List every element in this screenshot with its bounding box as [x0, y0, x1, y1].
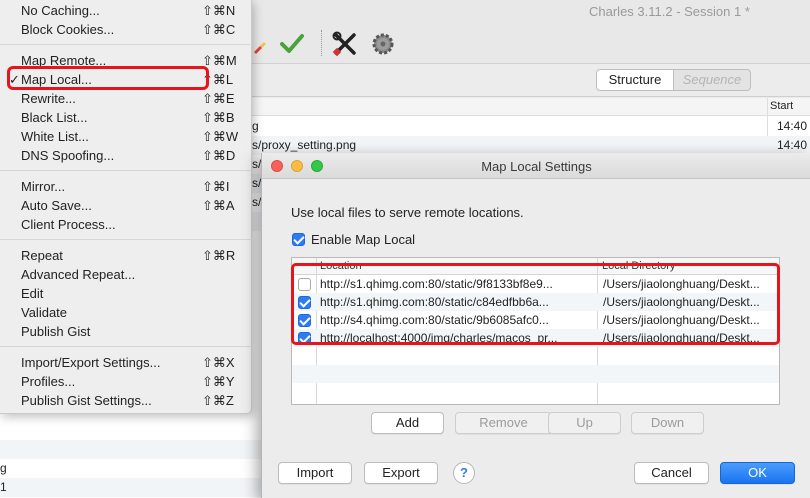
menu-item-label: DNS Spoofing...	[21, 148, 115, 163]
add-button[interactable]: Add	[371, 412, 444, 434]
session-row-start: 14:40	[777, 138, 808, 152]
checkmark-icon[interactable]	[278, 30, 306, 58]
menu-item-publish-gist-settings[interactable]: Publish Gist Settings... ⇧⌘Z	[0, 391, 252, 410]
session-row-start: 14:40	[777, 119, 808, 133]
cancel-button[interactable]: Cancel	[634, 462, 709, 484]
menu-item-label: Publish Gist	[21, 324, 91, 339]
ok-button[interactable]: OK	[720, 462, 795, 484]
menu-item-client-process[interactable]: Client Process...	[0, 215, 252, 234]
menu-item-repeat[interactable]: Repeat ⇧⌘R	[0, 246, 252, 265]
menu-item-black-list[interactable]: Black List... ⇧⌘B	[0, 108, 252, 127]
menu-item-shortcut: ⇧⌘E	[202, 91, 235, 106]
menu-item-shortcut: ⇧⌘I	[202, 179, 230, 194]
menu-item-mirror[interactable]: Mirror... ⇧⌘I	[0, 177, 252, 196]
dialog-intro-text: Use local files to serve remote location…	[291, 205, 524, 220]
menu-item-shortcut: ⇧⌘N	[202, 3, 236, 18]
menu-item-rewrite[interactable]: Rewrite... ⇧⌘E	[0, 89, 252, 108]
menu-item-shortcut: ⇧⌘Z	[202, 393, 234, 408]
remove-button[interactable]: Remove	[455, 412, 552, 434]
session-row-path: s/	[252, 195, 262, 209]
toolbar-separator	[321, 30, 322, 56]
pencil-icon[interactable]	[252, 30, 280, 58]
menu-item-label: Edit	[21, 286, 44, 301]
menu-item-edit[interactable]: Edit	[0, 284, 252, 303]
enable-map-local-label[interactable]: Enable Map Local	[311, 232, 415, 247]
map-local-highlight	[7, 66, 209, 90]
menu-item-label: Repeat	[21, 248, 63, 263]
menu-item-validate[interactable]: Validate	[0, 303, 252, 322]
dialog-title: Map Local Settings	[481, 159, 592, 174]
session-row-path: s/proxy_setting.png	[252, 138, 357, 152]
menu-item-white-list[interactable]: White List... ⇧⌘W	[0, 127, 252, 146]
menu-item-label: Import/Export Settings...	[21, 355, 161, 370]
session-row-path: g	[252, 119, 259, 133]
empty-row	[292, 347, 779, 365]
menu-item-auto-save[interactable]: Auto Save... ⇧⌘A	[0, 196, 252, 215]
menu-separator	[0, 346, 252, 347]
empty-row	[292, 383, 779, 401]
menu-item-label: Auto Save...	[21, 198, 92, 213]
menu-item-shortcut: ⇧⌘B	[202, 110, 235, 125]
menu-item-label: Profiles...	[21, 374, 76, 389]
tools-icon[interactable]	[331, 30, 359, 58]
tools-menu: No Caching... ⇧⌘N Block Cookies... ⇧⌘C Map…	[0, 0, 252, 414]
down-button[interactable]: Down	[631, 412, 704, 434]
session-row-path: s/	[252, 157, 262, 171]
empty-row	[292, 365, 779, 383]
menu-item-label: No Caching...	[21, 3, 100, 18]
menu-separator	[0, 170, 252, 171]
menu-item-import-export-settings[interactable]: Import/Export Settings... ⇧⌘X	[0, 353, 252, 372]
map-local-rows-highlight	[291, 263, 780, 345]
menu-item-label: Advanced Repeat...	[21, 267, 136, 282]
menu-item-advanced-repeat[interactable]: Advanced Repeat...	[0, 265, 252, 284]
menu-item-shortcut: ⇧⌘Y	[202, 374, 235, 389]
menu-item-label: Client Process...	[21, 217, 116, 232]
menu-item-shortcut: ⇧⌘X	[202, 355, 235, 370]
menu-item-dns-spoofing[interactable]: DNS Spoofing... ⇧⌘D	[0, 146, 252, 165]
menu-item-shortcut: ⇧⌘C	[202, 22, 236, 37]
tab-structure[interactable]: Structure	[596, 69, 674, 91]
session-row-path: s/	[252, 176, 262, 190]
dialog-title-bar: Map Local Settings	[262, 153, 810, 179]
window-title: Charles 3.11.2 - Session 1 *	[589, 4, 750, 19]
menu-item-shortcut: ⇧⌘R	[202, 248, 236, 263]
menu-item-profiles[interactable]: Profiles... ⇧⌘Y	[0, 372, 252, 391]
menu-item-label: Black List...	[21, 110, 88, 125]
up-button[interactable]: Up	[548, 412, 621, 434]
enable-map-local-checkbox[interactable]	[292, 233, 305, 246]
menu-item-label: Mirror...	[21, 179, 66, 194]
menu-item-block-cookies[interactable]: Block Cookies... ⇧⌘C	[0, 20, 252, 39]
menu-item-label: Validate	[21, 305, 68, 320]
menu-item-publish-gist[interactable]: Publish Gist	[0, 322, 252, 341]
session-row-path: g	[0, 461, 7, 475]
menu-item-label: Rewrite...	[21, 91, 76, 106]
export-button[interactable]: Export	[364, 462, 438, 484]
menu-separator	[0, 44, 252, 45]
menu-item-shortcut: ⇧⌘D	[202, 148, 236, 163]
session-row-path: 1	[0, 480, 7, 494]
menu-item-label: Publish Gist Settings...	[21, 393, 152, 408]
menu-item-no-caching[interactable]: No Caching... ⇧⌘N	[0, 1, 252, 20]
menu-item-label: Block Cookies...	[21, 22, 115, 37]
help-button[interactable]: ?	[453, 462, 475, 484]
menu-separator	[0, 239, 252, 240]
menu-item-label: White List...	[21, 129, 89, 144]
menu-item-shortcut: ⇧⌘W	[202, 129, 239, 144]
import-button[interactable]: Import	[278, 462, 352, 484]
start-column-header[interactable]: Start	[770, 100, 793, 112]
tab-sequence[interactable]: Sequence	[673, 69, 751, 91]
gear-icon[interactable]	[369, 30, 397, 58]
menu-item-shortcut: ⇧⌘A	[202, 198, 235, 213]
